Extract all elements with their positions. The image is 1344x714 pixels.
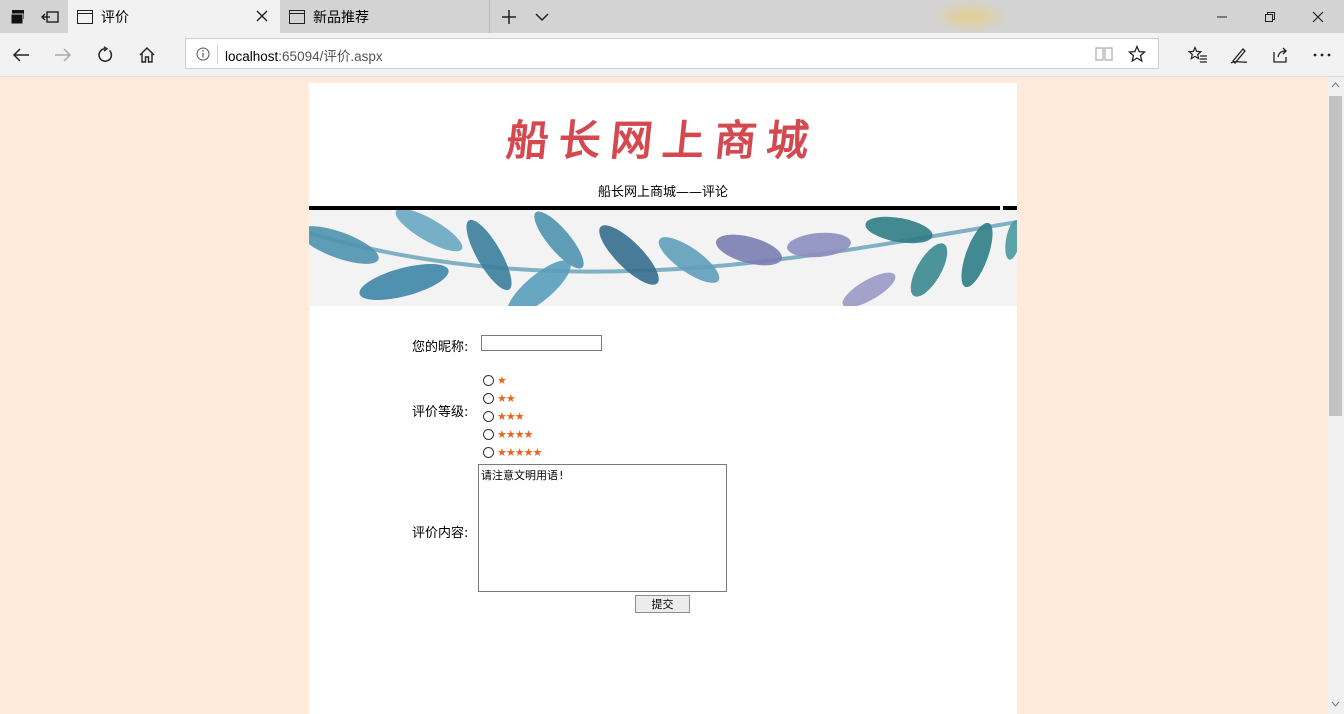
minimize-icon	[1217, 16, 1227, 17]
radio-button[interactable]	[483, 428, 494, 440]
vertical-scrollbar[interactable]	[1327, 77, 1344, 714]
radio-button[interactable]	[483, 374, 494, 386]
arrow-left-icon	[12, 48, 29, 62]
rating-stars: ★★	[497, 391, 516, 405]
rating-option-5[interactable]: ★★★★★	[483, 444, 542, 460]
refresh-button[interactable]	[88, 38, 122, 72]
restore-button[interactable]	[1246, 0, 1294, 33]
more-button[interactable]	[1305, 38, 1339, 72]
arrow-right-icon	[55, 48, 72, 62]
radio-button[interactable]	[483, 410, 494, 422]
share-button[interactable]	[1263, 38, 1297, 72]
radio-button[interactable]	[483, 446, 494, 458]
rating-stars: ★	[497, 373, 507, 387]
rating-option-1[interactable]: ★	[483, 372, 507, 388]
rating-stars: ★★★★★	[497, 445, 542, 459]
radio-button[interactable]	[483, 392, 494, 404]
favorites-button[interactable]	[1181, 38, 1215, 72]
info-icon[interactable]	[196, 47, 210, 61]
forward-button[interactable]	[46, 38, 80, 72]
address-bar[interactable]: localhost:65094/评价.aspx	[185, 38, 1159, 69]
scroll-up-icon[interactable]	[1331, 82, 1340, 88]
rating-stars: ★★★★	[497, 427, 533, 441]
tab-actions-button[interactable]	[2, 0, 34, 33]
share-icon	[1273, 47, 1287, 63]
leaf-banner-image	[309, 210, 1017, 306]
home-icon	[139, 47, 155, 63]
rating-option-4[interactable]: ★★★★	[483, 426, 533, 442]
page-icon	[289, 9, 305, 24]
rating-stars: ★★★	[497, 409, 525, 423]
close-window-button[interactable]	[1294, 0, 1342, 33]
restore-icon	[1265, 11, 1275, 22]
minimize-button[interactable]	[1198, 0, 1246, 33]
nickname-label: 您的昵称:	[412, 340, 469, 355]
tab-label: 评价	[101, 9, 129, 26]
tab-stack-icon	[10, 9, 24, 24]
url-text[interactable]: localhost:65094/评价.aspx	[225, 45, 383, 65]
tab-preview-button[interactable]	[526, 0, 558, 33]
page-viewport: 船长网上商城 船长网上商城——评论 您的昵称: 评价等级: ★ ★★ ★★★ ★…	[0, 77, 1327, 714]
rating-label: 评价等级:	[412, 405, 469, 420]
page-subtitle: 船长网上商城——评论	[597, 185, 728, 200]
rating-option-3[interactable]: ★★★	[483, 408, 525, 424]
pen-icon	[1230, 48, 1248, 64]
home-button[interactable]	[130, 38, 164, 72]
tab-new-products[interactable]: 新品推荐	[280, 0, 490, 33]
plus-icon	[502, 9, 516, 24]
star-icon[interactable]	[1128, 45, 1146, 63]
refresh-icon	[98, 46, 113, 62]
favorites-list-icon	[1188, 46, 1207, 63]
close-icon	[1312, 11, 1324, 22]
set-aside-icon	[41, 10, 59, 23]
tab-label: 新品推荐	[313, 9, 369, 26]
page-icon	[77, 9, 93, 24]
address-divider	[217, 44, 218, 64]
site-logo: 船长网上商城	[504, 116, 822, 165]
new-tab-button[interactable]	[493, 0, 525, 33]
scrollbar-thumb[interactable]	[1329, 96, 1342, 416]
chevron-down-icon	[535, 12, 549, 21]
tab-bar-highlight	[930, 0, 1010, 33]
url-path: :65094/评价.aspx	[278, 49, 383, 64]
page-content: 船长网上商城 船长网上商城——评论 您的昵称: 评价等级: ★ ★★ ★★★ ★…	[309, 83, 1017, 714]
notes-button[interactable]	[1222, 38, 1256, 72]
content-label: 评价内容:	[412, 526, 469, 541]
reading-view-icon[interactable]	[1095, 46, 1113, 62]
scroll-down-icon[interactable]	[1331, 701, 1340, 707]
browser-toolbar: localhost:65094/评价.aspx	[0, 33, 1344, 77]
review-content-textarea[interactable]: 请注意文明用语!	[478, 464, 727, 592]
browser-title-bar: 评价 新品推荐	[0, 0, 1344, 33]
submit-button[interactable]: 提交	[635, 595, 690, 613]
set-aside-tabs-button[interactable]	[34, 0, 66, 33]
leaf-banner	[309, 210, 1017, 306]
back-button[interactable]	[4, 38, 38, 72]
nickname-input[interactable]	[481, 335, 602, 351]
rating-option-2[interactable]: ★★	[483, 390, 516, 406]
more-icon	[1313, 53, 1331, 57]
close-icon[interactable]	[254, 8, 270, 24]
tab-review[interactable]: 评价	[68, 0, 280, 33]
url-host: localhost	[225, 49, 279, 64]
